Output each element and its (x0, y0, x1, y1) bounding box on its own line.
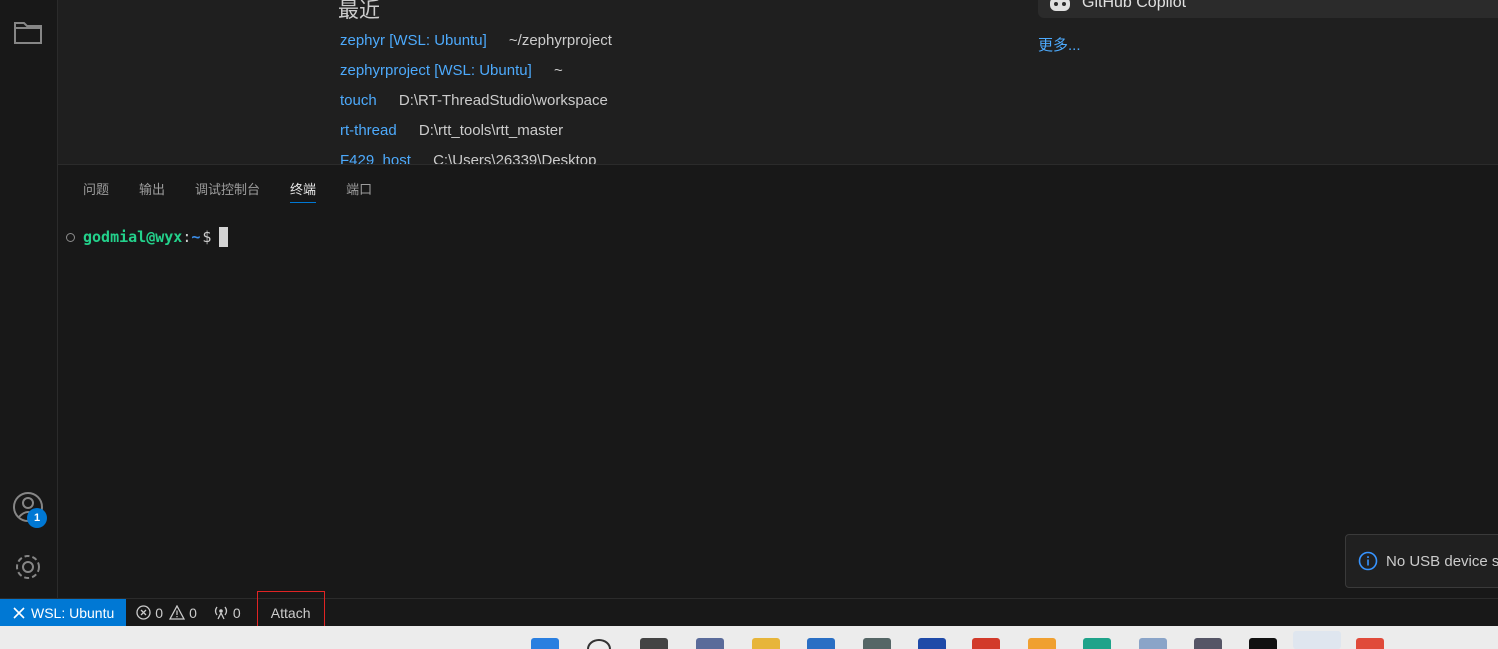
copilot-label: GitHub Copilot (1082, 0, 1187, 11)
list-item: touch D:\RT-ThreadStudio\workspace (340, 92, 612, 122)
ports-count: 0 (232, 604, 241, 621)
recent-list: zephyr [WSL: Ubuntu] ~/zephyrproject zep… (340, 32, 612, 164)
activity-bar: 1 (0, 0, 58, 598)
start-icon[interactable] (531, 638, 559, 649)
problems-status[interactable]: 0 0 (136, 605, 203, 621)
recent-item-path: ~/zephyrproject (508, 32, 612, 49)
app-icon[interactable] (1028, 638, 1056, 649)
tab-terminal[interactable]: 终端 (290, 165, 330, 203)
app-icon[interactable] (640, 638, 668, 649)
recent-item-name[interactable]: zephyr [WSL: Ubuntu] (340, 32, 487, 49)
prompt-colon: : (182, 228, 192, 246)
list-item: zephyrproject [WSL: Ubuntu] ~ (340, 62, 612, 92)
app-icon[interactable] (1356, 638, 1384, 649)
tab-ports[interactable]: 端口 (346, 165, 386, 201)
prompt-dollar: $ (202, 228, 212, 246)
app-icon[interactable] (1139, 638, 1167, 649)
list-item: rt-thread D:\rtt_tools\rtt_master (340, 122, 612, 152)
app-icon[interactable] (863, 638, 891, 649)
notification-text: No USB device s (1386, 552, 1498, 570)
error-icon (136, 605, 151, 620)
notification-toast[interactable]: No USB device s (1345, 534, 1498, 588)
terminal-cursor (219, 227, 229, 247)
more-link[interactable]: 更多... (1038, 34, 1081, 55)
accounts-badge: 1 (27, 508, 47, 528)
welcome-page: 最近 zephyr [WSL: Ubuntu] ~/zephyrproject … (58, 0, 1498, 164)
remote-icon (13, 606, 25, 619)
info-icon (1358, 551, 1378, 571)
os-taskbar (0, 626, 1498, 649)
recent-item-name[interactable]: F429_host (340, 152, 411, 164)
copilot-walkthrough[interactable]: GitHub Copilot (1038, 0, 1498, 18)
bottom-panel: 问题 输出 调试控制台 终端 端口 godmial@wyx : ~ $ (58, 164, 1498, 599)
app-icon[interactable] (1194, 638, 1222, 649)
app-icon[interactable] (696, 638, 724, 649)
gear-icon[interactable] (11, 550, 45, 584)
warning-count: 0 (189, 604, 197, 621)
recent-item-path: ~ (553, 62, 563, 79)
store-icon[interactable] (807, 638, 835, 649)
edge-icon[interactable] (1083, 638, 1111, 649)
app-icon[interactable] (972, 638, 1000, 649)
recent-item-path: D:\RT-ThreadStudio\workspace (398, 92, 608, 109)
warning-icon (169, 605, 186, 620)
list-item: zephyr [WSL: Ubuntu] ~/zephyrproject (340, 32, 612, 62)
terminal-prompt[interactable]: godmial@wyx : ~ $ (66, 227, 229, 247)
app-icon[interactable] (918, 638, 946, 649)
attach-label: Attach (270, 604, 311, 621)
github-icon[interactable] (1249, 638, 1277, 649)
tab-problems[interactable]: 问题 (83, 165, 123, 201)
tab-debug-console[interactable]: 调试控制台 (195, 165, 274, 201)
status-bar: WSL: Ubuntu 0 0 0 Attach (0, 590, 1498, 635)
remote-indicator[interactable]: WSL: Ubuntu (0, 599, 127, 626)
vscode-icon[interactable] (1293, 631, 1341, 649)
list-item: F429_host C:\Users\26339\Desktop (340, 152, 612, 164)
search-icon[interactable] (587, 639, 611, 649)
prompt-path: ~ (191, 228, 201, 246)
command-decoration-icon[interactable] (66, 232, 75, 242)
copilot-icon (1050, 0, 1070, 11)
prompt-user-host: godmial@wyx (83, 228, 183, 246)
recent-item-name[interactable]: touch (340, 92, 377, 109)
recent-item-name[interactable]: rt-thread (340, 122, 397, 139)
folder-icon[interactable] (752, 638, 780, 649)
broadcast-icon (214, 606, 228, 620)
recent-item-path: C:\Users\26339\Desktop (433, 152, 597, 164)
recent-item-path: D:\rtt_tools\rtt_master (418, 122, 564, 139)
recent-title: 最近 (338, 0, 380, 22)
files-icon[interactable] (11, 15, 45, 49)
panel-tabs: 问题 输出 调试控制台 终端 端口 (83, 165, 402, 205)
error-count: 0 (155, 604, 164, 621)
remote-label: WSL: Ubuntu (31, 604, 115, 621)
ports-status[interactable]: 0 (213, 605, 247, 621)
recent-item-name[interactable]: zephyrproject [WSL: Ubuntu] (340, 62, 532, 79)
tab-output[interactable]: 输出 (139, 165, 179, 201)
